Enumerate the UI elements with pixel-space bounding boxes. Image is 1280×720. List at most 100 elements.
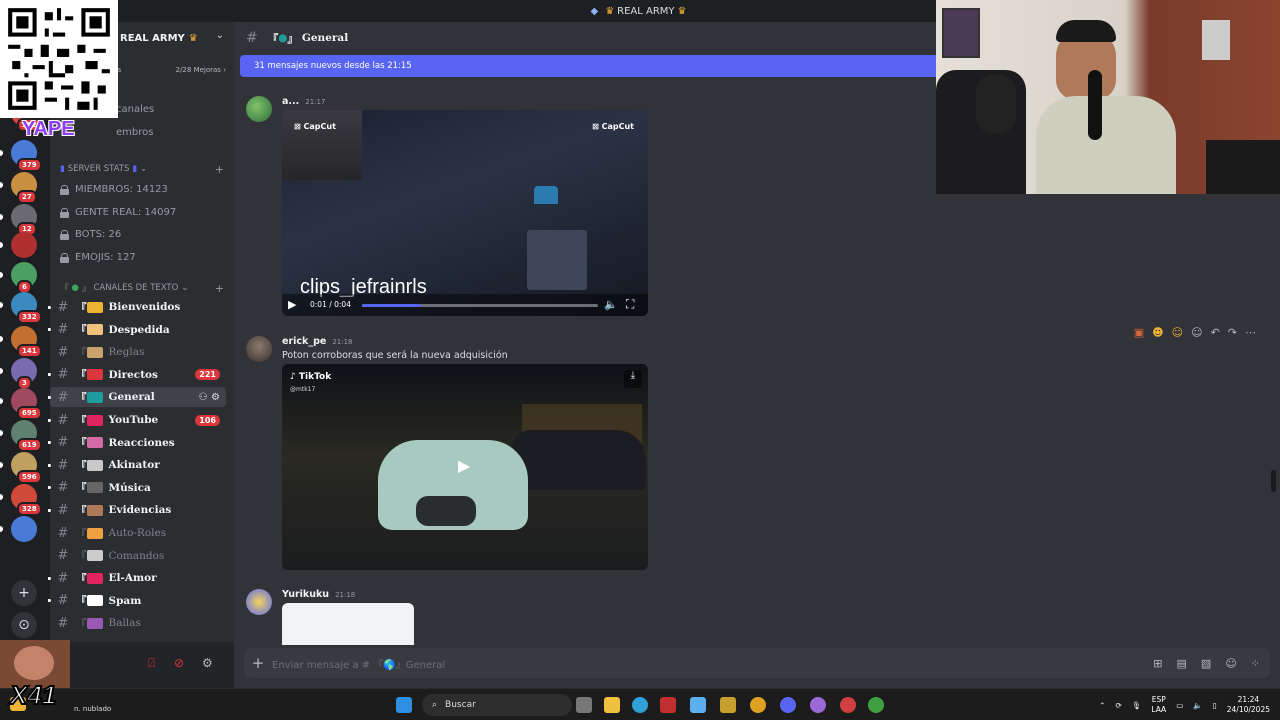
language-indicator[interactable]: ESP LAA: [1151, 695, 1166, 715]
add-reaction-icon[interactable]: ☺: [1191, 326, 1202, 339]
stat-members[interactable]: MIEMBROS: 14123: [60, 184, 168, 195]
mic-muted-icon[interactable]: ⍁: [148, 656, 155, 671]
add-attachment-icon[interactable]: +: [244, 654, 272, 672]
channel-auto-roles[interactable]: # 『Auto-Roles: [50, 523, 226, 543]
channel-akinator[interactable]: # 『Akinator: [48, 455, 226, 475]
channel-emoji-icon: [86, 504, 103, 516]
channel-label: Evidencias: [108, 504, 172, 517]
hash-icon: #: [57, 367, 69, 383]
copilot-icon[interactable]: [690, 697, 706, 713]
channel-reacciones[interactable]: # 『Reacciones: [48, 433, 226, 453]
facecam-inset: [282, 110, 362, 180]
unread-dot: [48, 576, 51, 580]
battery-icon[interactable]: ▯: [1213, 701, 1217, 710]
video-embed[interactable]: ⊠ CapCut ⊠ CapCut clips_jefrainrls ▶ 0:0…: [282, 110, 648, 316]
members-link[interactable]: embros: [116, 127, 153, 138]
image-attachment[interactable]: [282, 603, 414, 645]
app-icon[interactable]: [840, 697, 856, 713]
volume-icon[interactable]: 🔈: [604, 298, 618, 311]
channel-spam[interactable]: # 『Spam: [48, 591, 226, 611]
reaction-icon[interactable]: ▣: [1134, 326, 1144, 339]
play-icon[interactable]: ▶: [288, 298, 296, 311]
download-icon[interactable]: ⤓: [624, 370, 642, 388]
channel-settings-icon[interactable]: ⚇ ⚙: [199, 392, 220, 403]
network-icon[interactable]: ▭: [1176, 701, 1183, 710]
channel-emoji-icon: [86, 482, 103, 494]
channel-general[interactable]: # 『General ⚇ ⚙: [48, 387, 226, 408]
reply-icon[interactable]: ↶: [1211, 326, 1220, 339]
apps-icon[interactable]: ⁘: [1251, 657, 1260, 670]
chrome-icon[interactable]: [868, 697, 884, 713]
sticker-icon[interactable]: ▧: [1201, 657, 1211, 670]
channel-ballas[interactable]: # 『Ballas: [50, 613, 226, 633]
task-view-icon[interactable]: [576, 697, 592, 713]
hash-icon: #: [57, 344, 69, 360]
server-icon[interactable]: [11, 232, 37, 258]
diamond-icon: ◆: [590, 5, 599, 17]
server-icon[interactable]: [11, 516, 37, 542]
more-icon[interactable]: ⋯: [1245, 326, 1256, 339]
gift-icon[interactable]: ⊞: [1153, 657, 1162, 670]
avatar[interactable]: [246, 336, 272, 362]
message-author[interactable]: erick_pe 21:18: [282, 336, 353, 347]
discover-icon[interactable]: ⊙: [11, 612, 37, 638]
mic-icon[interactable]: 🎙: [1132, 701, 1142, 710]
reaction-icon[interactable]: ☺: [1172, 326, 1183, 339]
app-icon[interactable]: [720, 697, 736, 713]
category-server-stats[interactable]: ▮ SERVER STATS ▮ ⌄ +: [60, 163, 224, 176]
channel-bienvenidos[interactable]: # 『Bienvenidos: [48, 297, 226, 317]
fullscreen-icon[interactable]: ⛶: [626, 297, 634, 312]
stat-real[interactable]: GENTE REAL: 14097: [60, 207, 176, 218]
seek-bar[interactable]: [362, 304, 598, 307]
app-icon[interactable]: [810, 697, 826, 713]
channel-evidencias[interactable]: # 『Evidencias: [48, 500, 226, 520]
stat-emojis[interactable]: EMOJIS: 127: [60, 252, 136, 263]
clock[interactable]: 21:24 24/10/2025: [1227, 695, 1270, 715]
chevron-up-icon[interactable]: ⌃: [1099, 701, 1105, 710]
channel-label: Reacciones: [108, 436, 175, 449]
emoji-icon[interactable]: ☺: [1225, 657, 1236, 670]
add-channel-icon[interactable]: +: [215, 282, 224, 295]
file-explorer-icon[interactable]: [604, 697, 620, 713]
taskbar-search[interactable]: ⌕ Buscar: [422, 694, 572, 716]
channel-música[interactable]: # 『Música: [48, 478, 226, 498]
channel-directos[interactable]: # 『Directos 221: [48, 365, 226, 385]
channel-youtube[interactable]: # 『YouTube 106: [48, 410, 226, 430]
stat-bots[interactable]: BOTS: 26: [60, 229, 121, 240]
channel-despedida[interactable]: # 『Despedida: [48, 320, 226, 340]
boost-progress[interactable]: oras 2/28 Mejoras ›: [106, 66, 226, 80]
app-icon[interactable]: [660, 697, 676, 713]
avatar[interactable]: [246, 96, 272, 122]
chrome-icon[interactable]: [750, 697, 766, 713]
channel-el-amor[interactable]: # 『El-Amor: [48, 568, 226, 588]
add-server-button[interactable]: +: [11, 580, 37, 606]
message-composer[interactable]: + Enviar mensaje a # 『🌎』General ⊞ ▤ ▧ ☺ …: [244, 648, 1270, 678]
headphones-muted-icon[interactable]: ⊘: [174, 656, 184, 670]
message-author[interactable]: Yurikuku 21:18: [282, 589, 355, 600]
chevron-down-icon: ⌄: [181, 283, 189, 293]
play-icon[interactable]: ▶: [458, 456, 470, 475]
category-text-channels[interactable]: 『 ● 』 CANALES DE TEXTO ⌄ +: [60, 282, 224, 295]
channel-comandos[interactable]: # 『Comandos: [50, 546, 226, 566]
chevron-down-icon[interactable]: ⌄: [216, 30, 224, 41]
avatar[interactable]: [246, 589, 272, 615]
unread-dot: [48, 395, 51, 399]
add-channel-icon[interactable]: +: [215, 163, 224, 176]
sync-icon[interactable]: ⟳: [1116, 701, 1122, 710]
browse-channels-link[interactable]: canales: [116, 104, 154, 115]
channel-label: YouTube: [108, 414, 159, 426]
message-text: Poton corroboras que será la nueva adqui…: [282, 350, 508, 361]
message-author[interactable]: a... 21:17: [282, 96, 325, 107]
tiktok-embed[interactable]: ♪ TikTok @mtk17 ⤓ ▶: [282, 364, 648, 570]
reaction-icon[interactable]: ☻: [1152, 326, 1163, 339]
category-label: CANALES DE TEXTO: [93, 283, 179, 293]
scrollbar-thumb[interactable]: [1271, 470, 1276, 492]
gif-icon[interactable]: ▤: [1177, 657, 1187, 670]
edge-icon[interactable]: [632, 697, 648, 713]
gear-icon[interactable]: ⚙: [202, 656, 213, 670]
discord-icon[interactable]: [780, 697, 796, 713]
forward-icon[interactable]: ↷: [1228, 326, 1237, 339]
windows-start-icon[interactable]: [396, 697, 412, 713]
volume-icon[interactable]: 🔈: [1193, 701, 1202, 710]
channel-reglas[interactable]: # 『Reglas: [50, 342, 226, 362]
